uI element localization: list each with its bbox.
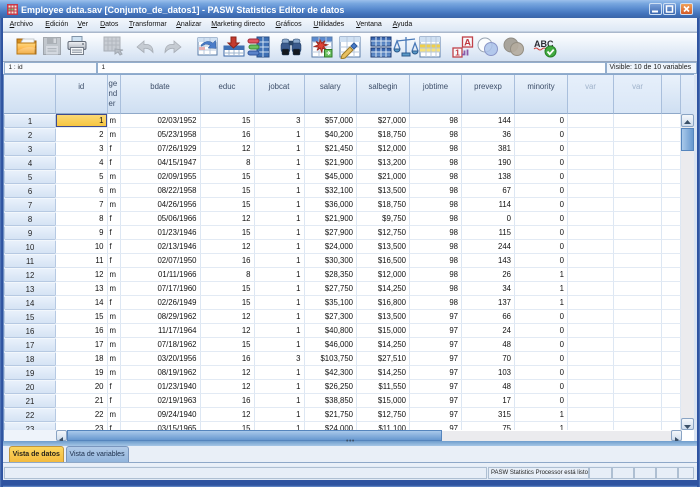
svg-text:A: A — [464, 38, 471, 49]
svg-text:1: 1 — [455, 48, 460, 58]
